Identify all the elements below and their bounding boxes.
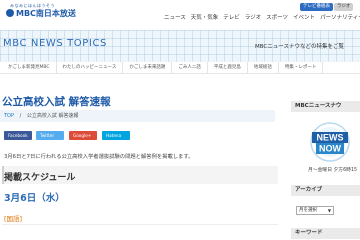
breadcrumb-separator: / xyxy=(19,113,22,119)
nav-item-tv[interactable]: テレビ xyxy=(223,13,240,21)
category-item[interactable]: 特集・レポート xyxy=(279,62,324,73)
news-now-logo-line2: NOW xyxy=(319,144,342,154)
hero-banner: MBC NEWS TOPICS MBCニュースナウなどの特集をご覧 xyxy=(0,30,360,62)
nav-item-sports[interactable]: スポーツ xyxy=(266,13,288,21)
article-description: 3月6日と7日に行われる公立高校入学者選抜試験の問題と解答例を掲載します。 xyxy=(4,154,194,160)
subject-label: [国語] xyxy=(4,215,23,223)
sidebar-archive-heading: アーカイブ xyxy=(291,185,360,196)
hatena-share-button[interactable]: Hatena xyxy=(102,131,130,140)
radio-button[interactable]: ラジオ xyxy=(334,3,354,11)
divider xyxy=(2,224,278,225)
page: みなみにほんほうそう MBC南日本放送 テレビ番組表 ラジオ ニュース 天気・気… xyxy=(0,0,360,240)
facebook-share-button[interactable]: Facebook xyxy=(4,131,32,140)
news-now-logo-line1: NEWS xyxy=(317,133,344,143)
archive-month-select-value: 月を選択 xyxy=(299,208,317,213)
site-logo[interactable]: MBC南日本放送 xyxy=(16,8,76,19)
category-nav: かごしま新発見MBC わたしのハッピーニュース かごしま未来話題 ごみ人ニ話 平… xyxy=(0,62,360,74)
news-now-schedule-caption: 月～金曜日 夕方6時15 xyxy=(308,168,358,173)
hero-description: MBCニュースナウなどの特集をご覧 xyxy=(255,44,344,50)
nav-item-news[interactable]: ニュース xyxy=(164,13,186,21)
category-item[interactable]: 平成と鹿児島 xyxy=(208,62,248,73)
sidebar-keyword-heading: キーワード xyxy=(291,228,360,239)
site-header: みなみにほんほうそう MBC南日本放送 テレビ番組表 ラジオ ニュース 天気・気… xyxy=(0,0,360,30)
logo-icon xyxy=(6,9,14,17)
category-item[interactable]: かごしま未来話題 xyxy=(123,62,173,73)
category-item[interactable]: 地域総括 xyxy=(248,62,279,73)
category-item[interactable]: わたしのハッピーニュース xyxy=(57,62,124,73)
twitter-share-button[interactable]: Twitter xyxy=(36,131,64,140)
googleplus-share-button[interactable]: Google+ xyxy=(69,131,97,140)
nav-item-personality[interactable]: パーソナリティー xyxy=(320,13,360,21)
breadcrumb-current: 公立高校入試 解答速報 xyxy=(26,113,79,119)
nav-item-events[interactable]: イベント xyxy=(293,13,315,21)
sidebar-news-heading: MBCニュースナウ xyxy=(291,101,360,112)
news-now-logo[interactable]: NEWS NOW xyxy=(308,122,352,162)
category-item[interactable]: かごしま新発見MBC xyxy=(2,62,57,73)
date-heading: 3月6日（水） xyxy=(4,193,65,204)
global-nav: ニュース 天気・気象 テレビ ラジオ スポーツ イベント パーソナリティー xyxy=(164,13,360,21)
category-item[interactable]: ごみ人ニ話 xyxy=(172,62,208,73)
chevron-down-icon: ▼ xyxy=(327,208,331,213)
hero-title: MBC NEWS TOPICS xyxy=(3,38,107,49)
breadcrumb-top-link[interactable]: TOP xyxy=(4,113,14,119)
breadcrumb: TOP / 公立高校入試 解答速報 xyxy=(0,110,275,122)
archive-month-select[interactable]: 月を選択 ▼ xyxy=(296,206,334,215)
tv-schedule-button[interactable]: テレビ番組表 xyxy=(300,3,333,11)
page-title: 公立高校入試 解答速報 xyxy=(2,96,111,108)
nav-item-radio[interactable]: ラジオ xyxy=(245,13,261,21)
schedule-heading: 掲載スケジュール xyxy=(4,173,76,183)
nav-item-weather[interactable]: 天気・気象 xyxy=(191,13,219,21)
